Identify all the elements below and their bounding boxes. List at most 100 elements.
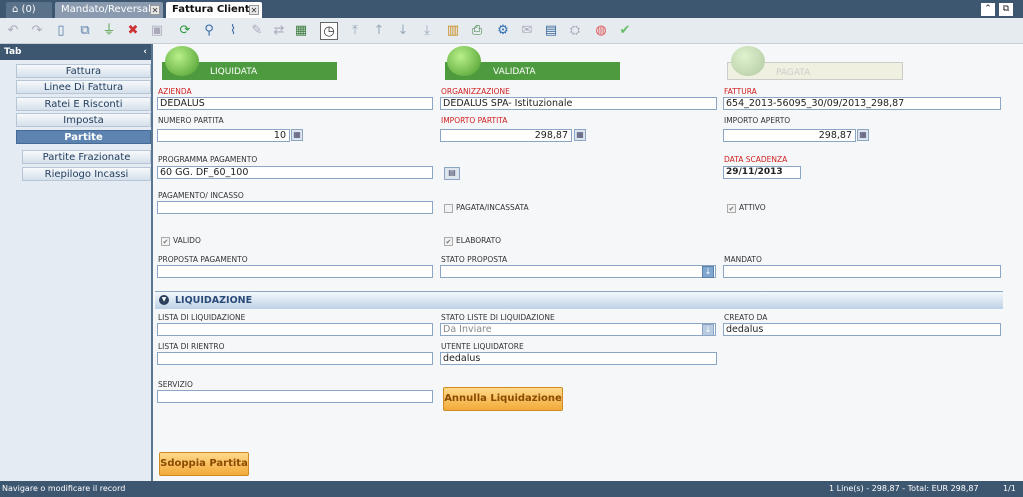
save-icon[interactable]: ▣ [148, 22, 166, 40]
toolbar: ↶ ↷ ▯ ⧉ ⏚ ✖ ▣ ⟳ ⚲ ⌇ ✎ ⇄ ▦ ◷ ⤒ ↑ ↓ ⤓ ▥ ⎙ … [0, 18, 1023, 44]
data-scadenza-field[interactable]: 29/11/2013 [723, 166, 801, 179]
mandato-field[interactable] [723, 265, 1001, 278]
pagamento-incasso-label: PAGAMENTO/ INCASSO [158, 191, 244, 200]
valido-label: VALIDO [173, 236, 201, 245]
sidebar-item-ratei-e-risconti[interactable]: Ratei E Risconti [16, 97, 151, 111]
calculator-icon[interactable]: ▦ [291, 129, 303, 141]
collapse-icon[interactable]: ▼ [159, 295, 169, 305]
sidebar-header: Tab ‹ [0, 44, 151, 60]
sidebar-item-partite[interactable]: Partite [16, 130, 151, 144]
attivo-label: ATTIVO [739, 203, 766, 212]
stato-proposta-label: STATO PROPOSTA [441, 255, 508, 264]
copy-icon[interactable]: ⧉ [76, 22, 94, 40]
next-record-icon[interactable]: ↓ [394, 22, 412, 40]
calculator-icon[interactable]: ▦ [857, 129, 869, 141]
tab-mandato-label: Mandato/Reversale [61, 4, 158, 15]
dropdown-arrow-icon[interactable]: ↓ [702, 324, 714, 336]
refresh-icon[interactable]: ⟳ [176, 22, 194, 40]
search-icon[interactable]: ⚲ [200, 22, 218, 40]
stato-liste-select[interactable]: Da Inviare [440, 323, 716, 336]
proposta-pagamento-field[interactable] [157, 265, 433, 278]
tab-bar: ⌂ (0) Mandato/Reversale ✕ Fattura Client… [0, 0, 1023, 18]
fattura-field[interactable]: 654_2013-56095_30/09/2013_298,87 [723, 97, 1001, 110]
sidebar-item-imposta[interactable]: Imposta [16, 113, 151, 127]
pagata-incassata-checkbox[interactable] [444, 204, 453, 213]
organizzazione-field[interactable]: DEDALUS SPA- Istituzionale [440, 97, 717, 110]
elaborato-checkbox[interactable]: ✔ [444, 237, 453, 246]
sidebar-item-fattura[interactable]: Fattura [16, 64, 151, 78]
report-icon[interactable]: ▥ [444, 22, 462, 40]
tab-fattura-cliente[interactable]: Fattura Cliente ✕ [166, 2, 262, 18]
sidebar-item-partite-frazionate[interactable]: Partite Frazionate [22, 150, 151, 164]
chart-icon[interactable]: ◍ [592, 22, 610, 40]
importo-partita-label: IMPORTO PARTITA [441, 116, 508, 125]
importo-aperto-label: IMPORTO APERTO [724, 116, 791, 125]
importo-partita-field[interactable]: 298,87 [440, 129, 572, 142]
lista-rientro-label: LISTA DI RIENTRO [158, 342, 225, 351]
lista-liquidazione-label: LISTA DI LIQUIDAZIONE [158, 313, 246, 322]
importo-aperto-field[interactable]: 298,87 [723, 129, 856, 142]
grid-icon[interactable]: ▦ [292, 22, 310, 40]
redo-icon[interactable]: ↷ [28, 22, 46, 40]
utente-liquidatore-field[interactable]: dedalus [440, 352, 717, 365]
attachment-icon[interactable]: ⌇ [224, 22, 242, 40]
previous-record-icon[interactable]: ↑ [370, 22, 388, 40]
programma-pagamento-label: PROGRAMMA PAGAMENTO [158, 155, 258, 164]
chevron-left-icon[interactable]: ‹ [143, 44, 147, 60]
mandato-label: MANDATO [724, 255, 762, 264]
attivo-checkbox[interactable]: ✔ [727, 204, 736, 213]
numero-partita-field[interactable]: 10 [157, 129, 290, 142]
programma-pagamento-field[interactable]: 60 GG. DF_60_100 [157, 166, 433, 179]
azienda-label: AZIENDA [158, 87, 192, 96]
organizzazione-label: ORGANIZZAZIONE [441, 87, 510, 96]
tab-home-count: (0) [21, 4, 36, 15]
sidebar-item-linee-di-fattura[interactable]: Linee Di Fattura [16, 80, 151, 94]
servizio-field[interactable] [157, 390, 433, 403]
azienda-field[interactable]: DEDALUS [157, 97, 433, 110]
workflow-icon[interactable]: ⛭ [566, 22, 584, 40]
stato-proposta-select[interactable] [440, 265, 716, 278]
tab-fattura-label: Fattura Cliente [172, 4, 257, 15]
new-document-icon[interactable]: ▯ [52, 22, 70, 40]
liquidazione-section-header[interactable]: ▼ LIQUIDAZIONE [155, 291, 1003, 309]
annulla-liquidazione-button[interactable]: Annulla Liquidazione [443, 387, 563, 411]
sidebar-item-riepilogo-incassi[interactable]: Riepilogo Incassi [22, 167, 151, 181]
note-icon[interactable]: ✎ [248, 22, 266, 40]
smiley-icon [447, 46, 481, 76]
first-record-icon[interactable]: ⤒ [346, 22, 364, 40]
lookup-icon[interactable]: ▤ [444, 167, 460, 180]
lista-liquidazione-field[interactable] [157, 323, 433, 336]
archive-icon[interactable]: ▤ [542, 22, 560, 40]
filter-icon[interactable]: ⏚ [100, 22, 118, 40]
pagamento-incasso-field[interactable] [157, 201, 433, 214]
detach-icon[interactable]: ⧉ [999, 3, 1013, 16]
checkmark-icon[interactable]: ✔ [616, 22, 634, 40]
status-bar: Navigare o modificare il record 1 Line(s… [0, 481, 1023, 497]
calculator-icon[interactable]: ▦ [574, 129, 586, 141]
mail-icon[interactable]: ✉ [518, 22, 536, 40]
tab-home[interactable]: ⌂ (0) [6, 2, 52, 18]
utente-liquidatore-label: UTENTE LIQUIDATORE [441, 342, 524, 351]
undo-icon[interactable]: ↶ [4, 22, 22, 40]
history-icon[interactable]: ◷ [320, 22, 338, 40]
close-icon[interactable]: ✕ [150, 5, 160, 15]
status-message: Navigare o modificare il record [2, 484, 126, 493]
lista-rientro-field[interactable] [157, 352, 433, 365]
stato-liste-label: STATO LISTE DI LIQUIDAZIONE [441, 313, 555, 322]
last-record-icon[interactable]: ⤓ [418, 22, 436, 40]
tab-mandato-reversale[interactable]: Mandato/Reversale ✕ [55, 2, 163, 18]
valido-checkbox[interactable]: ✔ [161, 237, 170, 246]
print-icon[interactable]: ⎙ [468, 22, 486, 40]
process-icon[interactable]: ⚙ [494, 22, 512, 40]
collapse-icon[interactable]: ⌃ [981, 3, 995, 16]
smiley-icon [165, 46, 199, 76]
creato-da-field[interactable]: dedalus [723, 323, 1001, 336]
close-icon[interactable]: ✕ [249, 5, 259, 15]
sdoppia-partita-button[interactable]: Sdoppia Partita [159, 452, 249, 476]
dropdown-arrow-icon[interactable]: ↓ [702, 266, 714, 278]
fattura-label: FATTURA [724, 87, 757, 96]
data-scadenza-label: DATA SCADENZA [724, 155, 788, 164]
proposta-pagamento-label: PROPOSTA PAGAMENTO [158, 255, 248, 264]
link-icon[interactable]: ⇄ [270, 22, 288, 40]
delete-icon[interactable]: ✖ [124, 22, 142, 40]
